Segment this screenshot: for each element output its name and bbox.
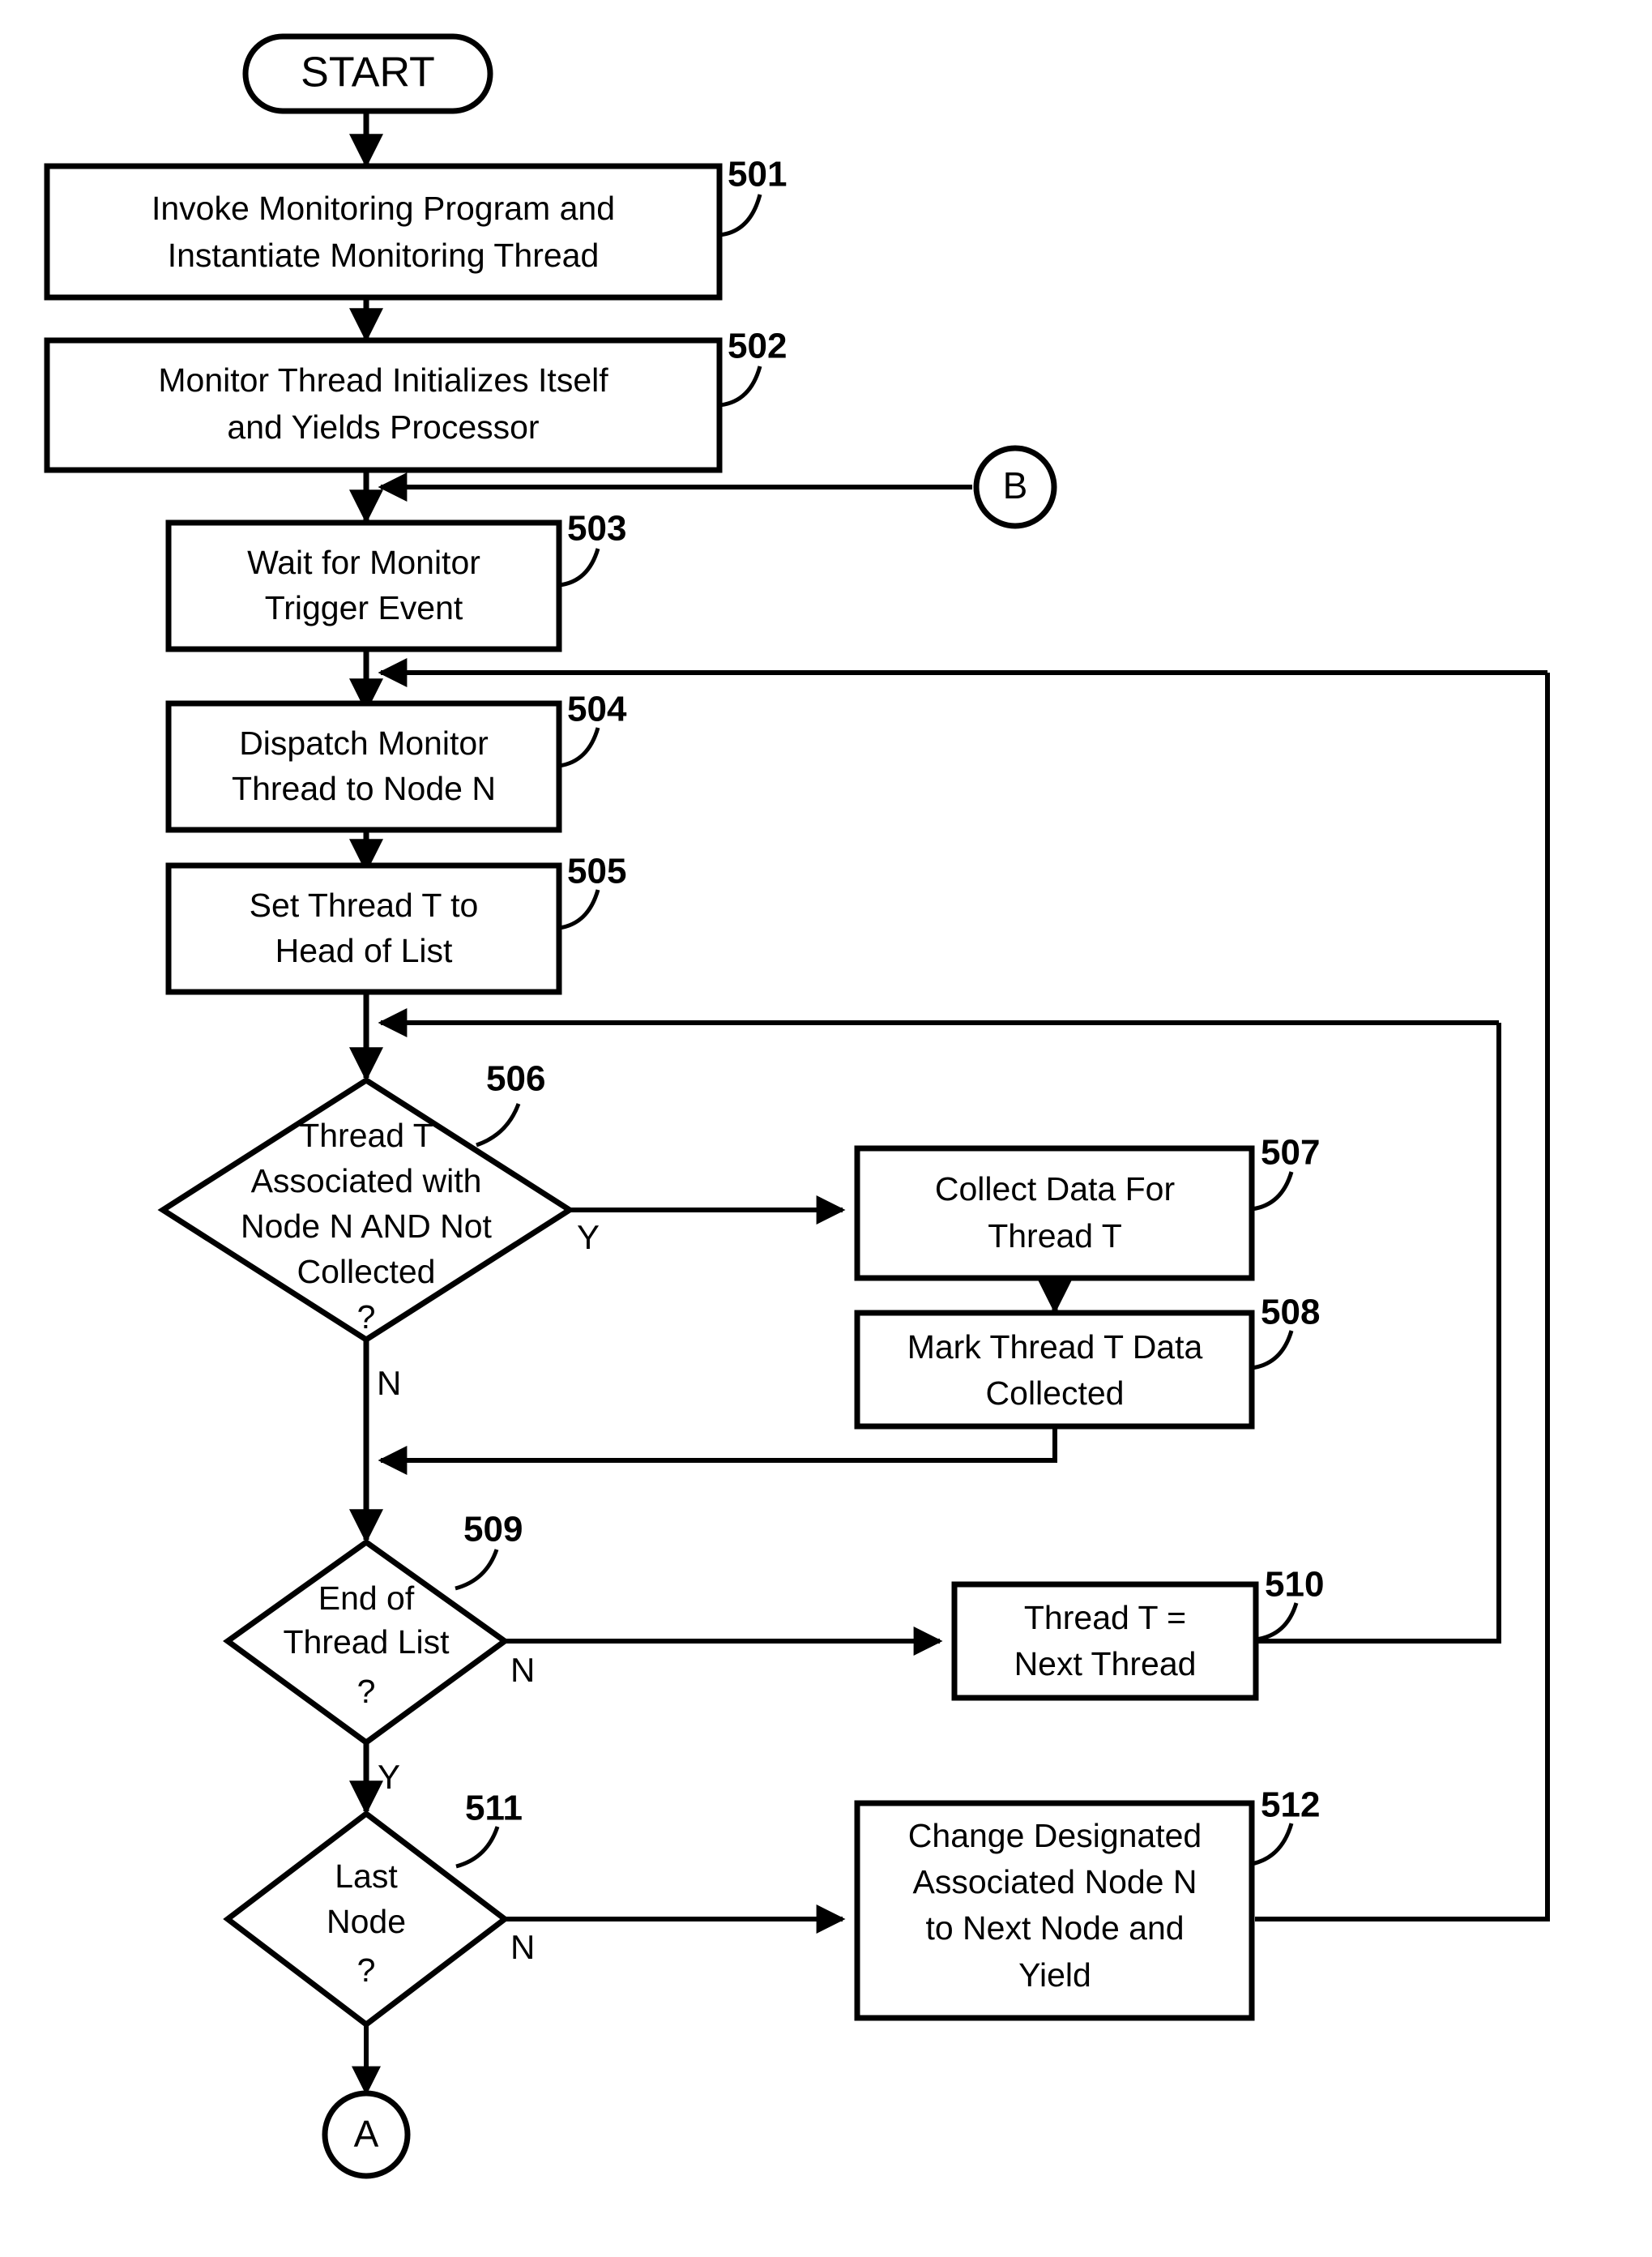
process-503-box bbox=[165, 519, 562, 652]
decision-511-line-2: Node bbox=[327, 1903, 406, 1940]
flowchart-canvas: START Invoke Monitoring Program and Inst… bbox=[0, 0, 1652, 2257]
decision-506-line-1: Thread T bbox=[299, 1117, 433, 1154]
process-512-line-3: to Next Node and bbox=[925, 1909, 1184, 1947]
process-510-line-1: Thread T = bbox=[1024, 1599, 1186, 1636]
leader-510 bbox=[1255, 1602, 1299, 1642]
terminal-start-label: START bbox=[301, 49, 435, 96]
decision-509-line-2: Thread List bbox=[283, 1623, 450, 1661]
process-507-line-2: Thread T bbox=[988, 1217, 1122, 1255]
process-504-line-1: Dispatch Monitor bbox=[239, 725, 489, 762]
branch-label-509-no: N bbox=[510, 1651, 535, 1689]
process-504-line-2: Thread to Node N bbox=[232, 770, 496, 807]
ref-number-501: 501 bbox=[728, 155, 787, 194]
decision-509-line-1: End of bbox=[318, 1579, 415, 1617]
branch-label-509-yes: Y bbox=[378, 1758, 400, 1796]
process-507-box bbox=[854, 1145, 1255, 1281]
decision-506-line-4: Collected bbox=[297, 1253, 436, 1290]
process-501-line-1: Invoke Monitoring Program and bbox=[152, 190, 615, 227]
ref-number-507: 507 bbox=[1261, 1133, 1320, 1173]
leader-503 bbox=[558, 548, 600, 588]
ref-number-505: 505 bbox=[567, 852, 626, 891]
edge-508-back-to-spine bbox=[378, 1426, 1057, 1475]
process-503-line-1: Wait for Monitor bbox=[247, 544, 480, 581]
process-507-line-1: Collect Data For bbox=[935, 1170, 1175, 1208]
leader-512 bbox=[1251, 1823, 1294, 1866]
decision-509-line-3: ? bbox=[357, 1673, 376, 1710]
leader-507 bbox=[1251, 1171, 1294, 1212]
leader-509 bbox=[455, 1549, 499, 1591]
process-505-box bbox=[165, 862, 562, 995]
ref-number-508: 508 bbox=[1261, 1293, 1320, 1332]
ref-number-506: 506 bbox=[486, 1059, 545, 1099]
process-510-line-2: Next Thread bbox=[1014, 1645, 1197, 1682]
process-512-line-1: Change Designated bbox=[908, 1817, 1202, 1854]
branch-label-506-yes: Y bbox=[577, 1218, 600, 1256]
connector-a-label: A bbox=[354, 2113, 379, 2155]
leader-508 bbox=[1251, 1330, 1294, 1370]
process-508-line-1: Mark Thread T Data bbox=[907, 1328, 1203, 1366]
ref-number-502: 502 bbox=[728, 327, 787, 366]
process-508-line-2: Collected bbox=[986, 1374, 1125, 1412]
process-502-line-1: Monitor Thread Initializes Itself bbox=[158, 361, 608, 399]
decision-506-line-5: ? bbox=[357, 1298, 376, 1336]
process-501-box bbox=[44, 163, 723, 301]
leader-505 bbox=[558, 889, 600, 930]
branch-label-506-no: N bbox=[377, 1364, 401, 1402]
process-512-line-2: Associated Node N bbox=[913, 1863, 1197, 1900]
ref-number-504: 504 bbox=[567, 690, 627, 729]
process-501-line-2: Instantiate Monitoring Thread bbox=[168, 237, 600, 274]
process-503-line-2: Trigger Event bbox=[265, 589, 463, 626]
leader-501 bbox=[719, 194, 762, 237]
process-505-line-1: Set Thread T to bbox=[250, 887, 479, 924]
process-505-line-2: Head of List bbox=[275, 932, 453, 969]
decision-506-line-2: Associated with bbox=[251, 1162, 482, 1199]
ref-number-509: 509 bbox=[463, 1510, 523, 1550]
ref-number-510: 510 bbox=[1265, 1565, 1324, 1605]
decision-511-line-1: Last bbox=[335, 1857, 398, 1895]
leader-511 bbox=[455, 1826, 500, 1869]
branch-label-511-no: N bbox=[510, 1928, 535, 1966]
leader-502 bbox=[719, 365, 762, 408]
ref-number-512: 512 bbox=[1261, 1785, 1320, 1825]
ref-number-503: 503 bbox=[567, 509, 626, 549]
process-512-line-4: Yield bbox=[1018, 1956, 1091, 1994]
flowchart-svg: START Invoke Monitoring Program and Inst… bbox=[44, 33, 1550, 2179]
decision-511-line-3: ? bbox=[357, 1951, 376, 1989]
process-502-line-2: and Yields Processor bbox=[227, 408, 539, 446]
decision-506-line-3: Node N AND Not bbox=[241, 1208, 493, 1245]
ref-number-511: 511 bbox=[465, 1789, 523, 1828]
leader-506 bbox=[476, 1103, 521, 1148]
leader-504 bbox=[558, 727, 600, 768]
connector-b-label: B bbox=[1003, 464, 1028, 507]
process-502-box bbox=[44, 337, 723, 473]
process-504-box bbox=[165, 700, 562, 833]
